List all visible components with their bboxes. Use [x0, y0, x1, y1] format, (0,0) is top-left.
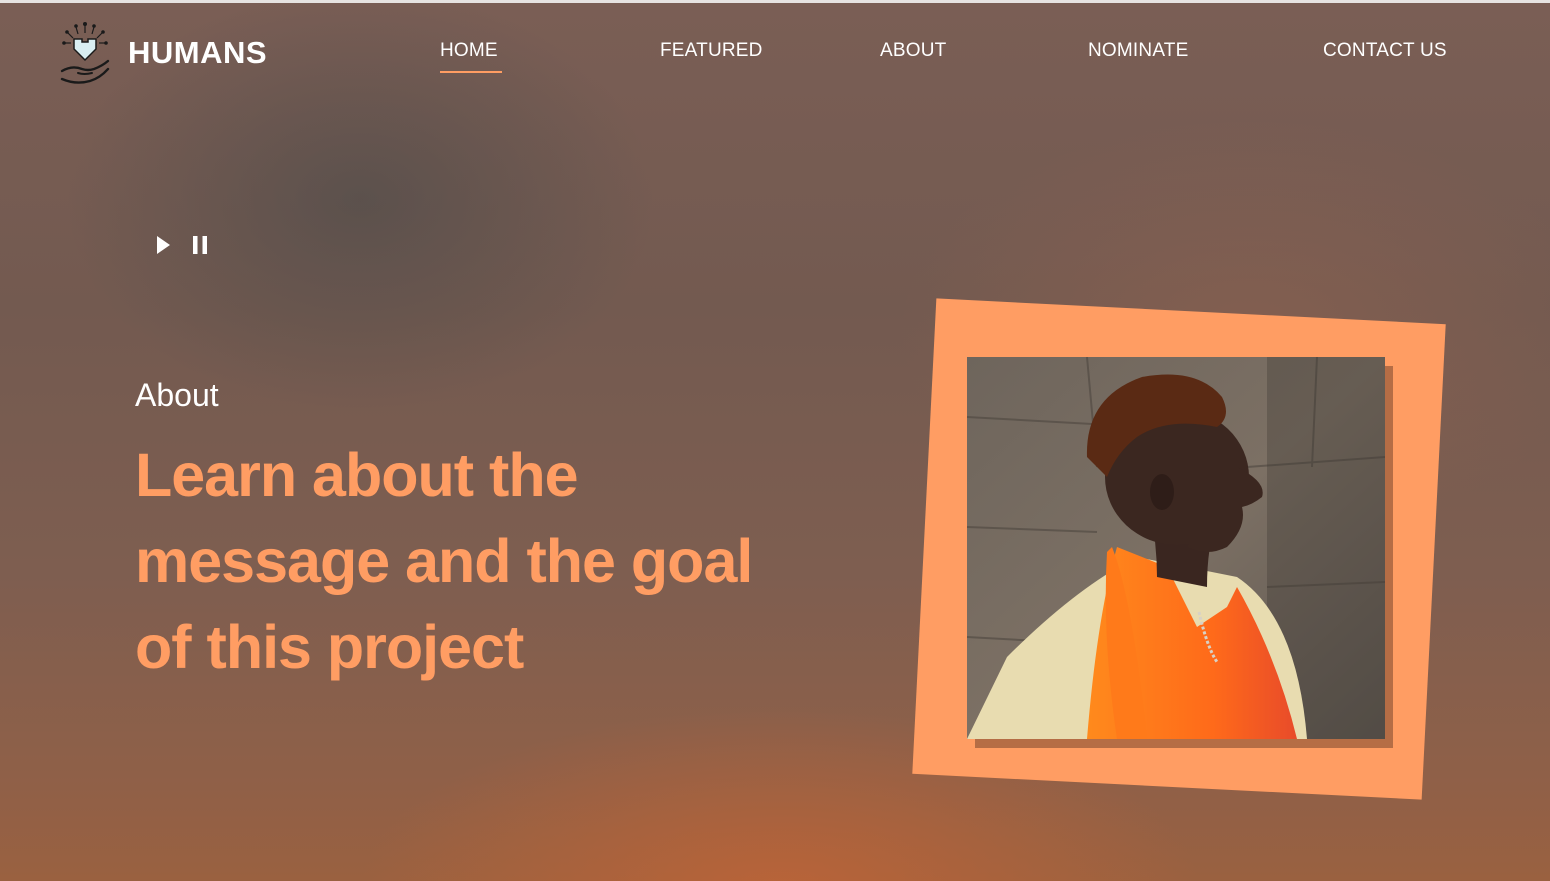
- section-label: About: [135, 377, 219, 413]
- nav-item-nominate[interactable]: NOMINATE: [1088, 40, 1188, 62]
- brand-name: HUMANS: [128, 35, 268, 70]
- pause-icon[interactable]: [188, 233, 212, 257]
- media-controls: [152, 233, 224, 257]
- nav-item-featured[interactable]: FEATURED: [660, 40, 763, 62]
- play-icon[interactable]: [152, 233, 176, 257]
- heart-hand-icon: [60, 22, 110, 84]
- nav-item-about[interactable]: ABOUT: [880, 40, 946, 62]
- nav-item-home[interactable]: HOME: [440, 40, 502, 73]
- hero-headline: Learn about the message and the goal of …: [135, 441, 753, 681]
- portrait-illustration: [967, 357, 1385, 739]
- brand-logo[interactable]: HUMANS: [58, 21, 267, 85]
- site-header: HUMANS HOME FEATURED ABOUT NOMINATE CONT…: [0, 3, 1550, 103]
- nav-item-contact-us[interactable]: CONTACT US: [1323, 40, 1447, 62]
- portrait-photo: [967, 357, 1385, 739]
